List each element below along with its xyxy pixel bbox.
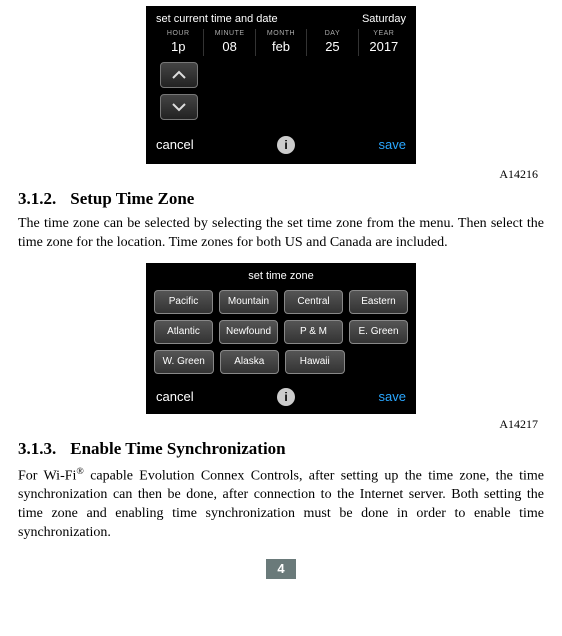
- section-body-312: The time zone can be selected by selecti…: [18, 215, 544, 253]
- info-button[interactable]: i: [277, 136, 295, 154]
- weekday-label: Saturday: [362, 12, 406, 27]
- section-number: 3.1.3.: [18, 438, 66, 461]
- save-button[interactable]: save: [379, 136, 406, 154]
- col-year-value: 2017: [362, 38, 406, 56]
- col-year-label: YEAR: [362, 29, 406, 38]
- screen-title: set current time and date: [156, 12, 278, 27]
- body-pre: For Wi-Fi: [18, 468, 76, 483]
- info-button[interactable]: i: [277, 388, 295, 406]
- tz-wgreen-button[interactable]: W. Green: [154, 350, 214, 374]
- tz-atlantic-button[interactable]: Atlantic: [154, 320, 213, 344]
- device-screenshot-set-time-zone: set time zone Pacific Mountain Central E…: [146, 263, 416, 414]
- col-month-label: MONTH: [259, 29, 303, 38]
- save-button[interactable]: save: [379, 388, 406, 406]
- section-heading-313: 3.1.3. Enable Time Synchronization: [18, 438, 544, 461]
- tz-central-button[interactable]: Central: [284, 290, 343, 314]
- tz-eastern-button[interactable]: Eastern: [349, 290, 408, 314]
- tz-pm-button[interactable]: P & M: [284, 320, 343, 344]
- chevron-down-icon: [172, 102, 186, 112]
- col-minute: MINUTE 08: [207, 29, 251, 56]
- col-day-value: 25: [310, 38, 354, 56]
- col-hour-value: 1p: [156, 38, 200, 56]
- figure-id: A14217: [18, 416, 538, 432]
- chevron-up-icon: [172, 70, 186, 80]
- screen-title: set time zone: [146, 263, 416, 286]
- tz-mountain-button[interactable]: Mountain: [219, 290, 278, 314]
- registered-mark: ®: [76, 466, 83, 477]
- col-day: DAY 25: [310, 29, 354, 56]
- tz-newfound-button[interactable]: Newfound: [219, 320, 278, 344]
- device-screenshot-set-time-date: set current time and date Saturday HOUR …: [146, 6, 416, 164]
- col-year: YEAR 2017: [362, 29, 406, 56]
- section-title: Setup Time Zone: [70, 189, 194, 208]
- col-minute-value: 08: [207, 38, 251, 56]
- section-body-313: For Wi-Fi® capable Evolution Connex Cont…: [18, 465, 544, 543]
- page-number: 4: [266, 559, 296, 579]
- tz-pacific-button[interactable]: Pacific: [154, 290, 213, 314]
- col-month: MONTH feb: [259, 29, 303, 56]
- section-title: Enable Time Synchronization: [70, 439, 285, 458]
- cancel-button[interactable]: cancel: [156, 388, 194, 406]
- body-post: capable Evolution Connex Controls, after…: [18, 468, 544, 540]
- col-month-value: feb: [259, 38, 303, 56]
- section-heading-312: 3.1.2. Setup Time Zone: [18, 188, 544, 211]
- tz-egreen-button[interactable]: E. Green: [349, 320, 408, 344]
- figure-id: A14216: [18, 166, 538, 182]
- col-day-label: DAY: [310, 29, 354, 38]
- tz-hawaii-button[interactable]: Hawaii: [285, 350, 345, 374]
- spin-up-button[interactable]: [160, 62, 198, 88]
- col-minute-label: MINUTE: [207, 29, 251, 38]
- cancel-button[interactable]: cancel: [156, 136, 194, 154]
- col-hour: HOUR 1p: [156, 29, 200, 56]
- col-hour-label: HOUR: [156, 29, 200, 38]
- section-number: 3.1.2.: [18, 188, 66, 211]
- tz-alaska-button[interactable]: Alaska: [220, 350, 280, 374]
- spin-down-button[interactable]: [160, 94, 198, 120]
